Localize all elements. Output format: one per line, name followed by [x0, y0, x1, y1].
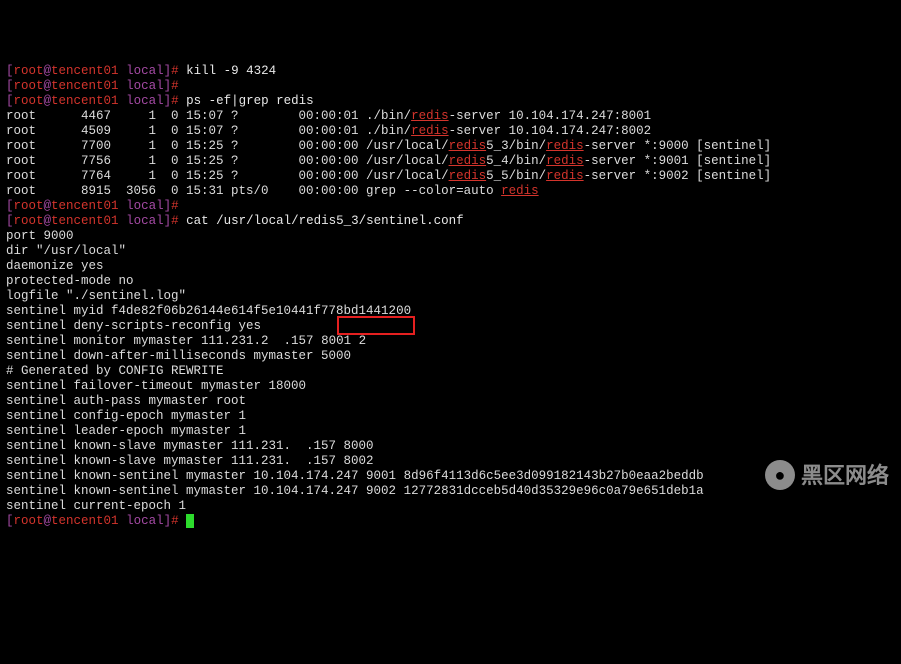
config-line: sentinel current-epoch 1: [6, 499, 895, 514]
config-line: sentinel auth-pass mymaster root: [6, 394, 895, 409]
process-row: root 7756 1 0 15:25 ? 00:00:00 /usr/loca…: [6, 154, 895, 169]
config-line: port 9000: [6, 229, 895, 244]
terminal-output: [root@tencent01 local]# kill -9 4324[roo…: [6, 64, 895, 529]
config-line: sentinel leader-epoch mymaster 1: [6, 424, 895, 439]
prompt-line: [root@tencent01 local]#: [6, 199, 895, 214]
config-line: sentinel deny-scripts-reconfig yes: [6, 319, 895, 334]
prompt-line: [root@tencent01 local]# cat /usr/local/r…: [6, 214, 895, 229]
process-row: root 4467 1 0 15:07 ? 00:00:01 ./bin/red…: [6, 109, 895, 124]
config-line: sentinel down-after-milliseconds mymaste…: [6, 349, 895, 364]
config-line: sentinel known-slave mymaster 111.231. .…: [6, 439, 895, 454]
config-line: sentinel known-sentinel mymaster 10.104.…: [6, 469, 895, 484]
config-line: logfile "./sentinel.log": [6, 289, 895, 304]
config-line: # Generated by CONFIG REWRITE: [6, 364, 895, 379]
config-line: sentinel failover-timeout mymaster 18000: [6, 379, 895, 394]
process-row: root 7700 1 0 15:25 ? 00:00:00 /usr/loca…: [6, 139, 895, 154]
config-line: sentinel known-slave mymaster 111.231. .…: [6, 454, 895, 469]
config-line-monitor: sentinel monitor mymaster 111.231.2 .157…: [6, 334, 895, 349]
prompt-line: [root@tencent01 local]# ps -ef|grep redi…: [6, 94, 895, 109]
prompt-line: [root@tencent01 local]# kill -9 4324: [6, 64, 895, 79]
config-line: protected-mode no: [6, 274, 895, 289]
config-line: sentinel myid f4de82f06b26144e614f5e1044…: [6, 304, 895, 319]
config-line: daemonize yes: [6, 259, 895, 274]
process-row: root 8915 3056 0 15:31 pts/0 00:00:00 gr…: [6, 184, 895, 199]
config-line: dir "/usr/local": [6, 244, 895, 259]
process-row: root 7764 1 0 15:25 ? 00:00:00 /usr/loca…: [6, 169, 895, 184]
config-line: sentinel config-epoch mymaster 1: [6, 409, 895, 424]
terminal-cursor[interactable]: [186, 514, 194, 528]
prompt-line: [root@tencent01 local]#: [6, 514, 895, 529]
prompt-line: [root@tencent01 local]#: [6, 79, 895, 94]
process-row: root 4509 1 0 15:07 ? 00:00:01 ./bin/red…: [6, 124, 895, 139]
config-line: sentinel known-sentinel mymaster 10.104.…: [6, 484, 895, 499]
